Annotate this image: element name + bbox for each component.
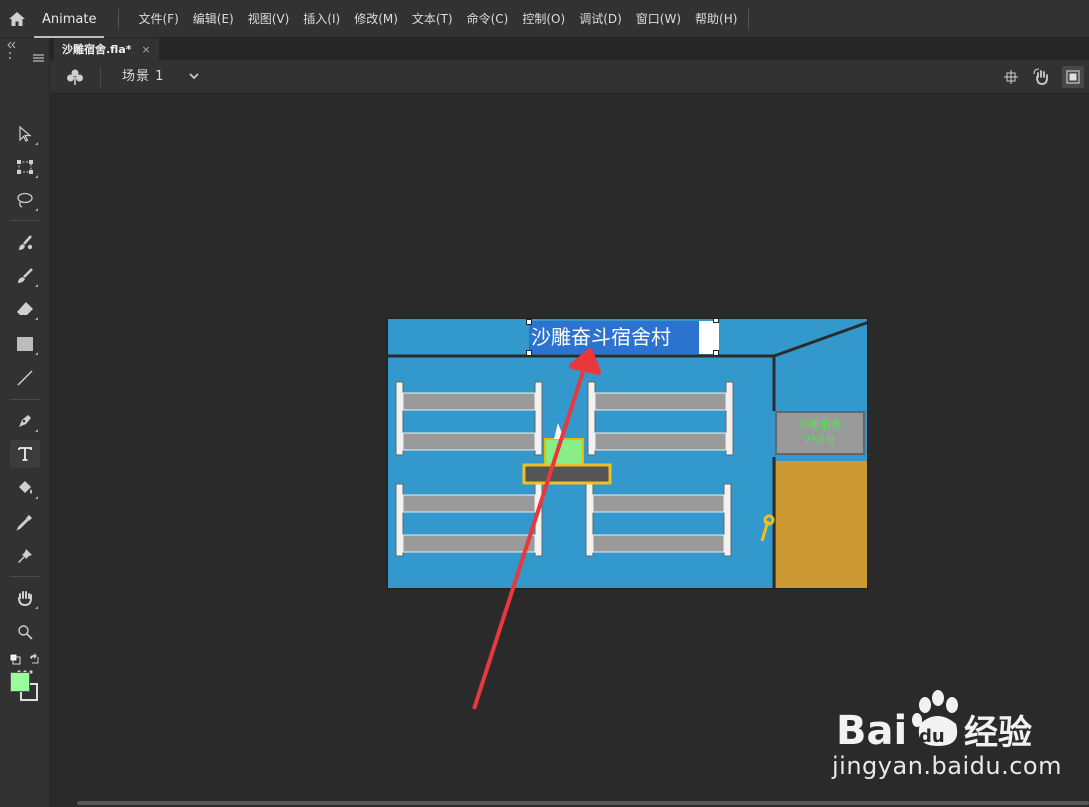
text-handle-br[interactable] [713, 350, 719, 356]
default-colors-icon[interactable] [9, 653, 21, 665]
bunk-bed-top-right [587, 381, 734, 456]
close-tab-icon[interactable]: × [142, 43, 151, 56]
door-sign: 沙雕宿舍 250号 [775, 411, 865, 455]
title-text-field[interactable]: 沙雕奋斗宿舍村 [529, 321, 719, 354]
door [776, 461, 867, 588]
pin-icon [18, 549, 32, 563]
menu-help[interactable]: 帮助(H) [688, 0, 744, 38]
collapse-panel-icon[interactable] [6, 41, 16, 49]
scene-bar: 场景 1 [50, 60, 1089, 94]
menu-file[interactable]: 文件(F) [131, 0, 185, 38]
title-text-selected[interactable]: 沙雕奋斗宿舍村 [529, 321, 699, 354]
chevron-down-icon[interactable] [188, 71, 200, 81]
text-handle-tl[interactable] [526, 319, 532, 325]
hand-rotate-icon [1033, 68, 1048, 85]
fill-color-swatch[interactable] [10, 672, 30, 692]
bunk-bed-bottom-right [585, 483, 732, 557]
door-sign-line2: 250号 [804, 434, 836, 447]
tool-free-transform[interactable] [10, 153, 40, 181]
paint-bucket-icon [19, 481, 32, 494]
scene-name[interactable]: 场景 1 [122, 60, 164, 94]
watermark-jingyan: 经验 [964, 713, 1032, 753]
free-transform-icon [17, 160, 33, 174]
menu-text[interactable]: 文本(T) [405, 0, 460, 38]
home-button[interactable] [0, 0, 34, 38]
tool-eraser[interactable] [10, 295, 40, 323]
menu-insert[interactable]: 插入(I) [296, 0, 347, 38]
menu-control[interactable]: 控制(O) [515, 0, 572, 38]
menu-divider-end [748, 8, 750, 29]
document-tabbar: 沙雕宿舍.fla* × [50, 38, 1089, 60]
scene-clover-icon[interactable] [66, 68, 84, 86]
text-handle-tr[interactable] [713, 319, 719, 323]
clip-stage-icon [1066, 70, 1080, 84]
tool-pin[interactable] [10, 542, 40, 570]
main-menu: 文件(F) 编辑(E) 视图(V) 插入(I) 修改(M) 文本(T) 命令(C… [131, 0, 750, 38]
watermark-url: jingyan.baidu.com [832, 752, 1062, 780]
panel-menu-icon[interactable] [33, 54, 44, 62]
text-handle-bl[interactable] [526, 350, 532, 356]
rectangle-icon [17, 337, 33, 351]
menu-window[interactable]: 窗口(W) [629, 0, 688, 38]
app-name-tab[interactable]: Animate [34, 0, 105, 38]
document-tab-title: 沙雕宿舍.fla* [62, 43, 132, 56]
tool-lasso[interactable] [10, 186, 40, 214]
tool-zoom[interactable] [10, 618, 40, 646]
watermark-du: du [919, 726, 945, 747]
menu-edit[interactable]: 编辑(E) [186, 0, 241, 38]
tool-paint-bucket[interactable] [10, 474, 40, 502]
eraser-icon [17, 302, 33, 315]
zoom-icon [18, 625, 33, 640]
pen-icon [19, 415, 31, 427]
menu-debug[interactable]: 调试(D) [572, 0, 629, 38]
menu-view[interactable]: 视图(V) [241, 0, 297, 38]
horizontal-scrollbar[interactable] [77, 801, 1089, 805]
paint-brush-icon [19, 235, 33, 250]
tool-eyedropper[interactable] [10, 508, 40, 536]
hand-icon [18, 591, 32, 607]
rotate-stage-button[interactable] [1031, 66, 1053, 88]
center-stage-button[interactable] [1000, 66, 1022, 88]
line-icon [17, 370, 33, 386]
tool-paint-brush[interactable] [10, 229, 40, 257]
tool-hand[interactable] [10, 584, 40, 612]
tool-brush[interactable] [10, 262, 40, 290]
selection-arrow-icon [19, 126, 32, 142]
clip-content-button[interactable] [1062, 66, 1084, 88]
menu-modify[interactable]: 修改(M) [347, 0, 405, 38]
home-icon [9, 11, 25, 26]
door-sign-line1: 沙雕宿舍 [798, 418, 842, 431]
tools-panel [0, 38, 50, 807]
tool-selection[interactable] [10, 120, 40, 148]
swap-colors-icon[interactable] [28, 653, 40, 665]
toolbar-divider [10, 399, 40, 400]
lasso-icon [17, 192, 33, 208]
document-tab[interactable]: 沙雕宿舍.fla* × [54, 38, 159, 60]
menu-commands[interactable]: 命令(C) [460, 0, 516, 38]
stage-canvas[interactable]: 沙雕宿舍 250号 沙雕奋斗宿舍村 [387, 318, 868, 589]
watermark-bai: Bai [836, 708, 907, 754]
bunk-bed-bottom-left [395, 483, 543, 557]
tool-text[interactable] [10, 440, 40, 468]
toolbar-divider [10, 220, 40, 221]
toolbar-divider [10, 576, 40, 577]
eyedropper-icon [16, 515, 32, 531]
tool-rectangle[interactable] [10, 330, 40, 358]
brush-icon [18, 268, 33, 283]
menu-bar: Animate 文件(F) 编辑(E) 视图(V) 插入(I) 修改(M) 文本… [0, 0, 1089, 38]
scene-divider [100, 67, 101, 87]
drag-grip-icon[interactable] [8, 51, 12, 61]
bunk-bed-top-left [395, 381, 543, 456]
crosshair-icon [1004, 70, 1018, 84]
menu-divider [118, 8, 120, 29]
text-tool-icon [18, 447, 32, 461]
tool-line[interactable] [10, 364, 40, 392]
tool-pen[interactable] [10, 407, 40, 435]
door-handle [760, 514, 775, 542]
